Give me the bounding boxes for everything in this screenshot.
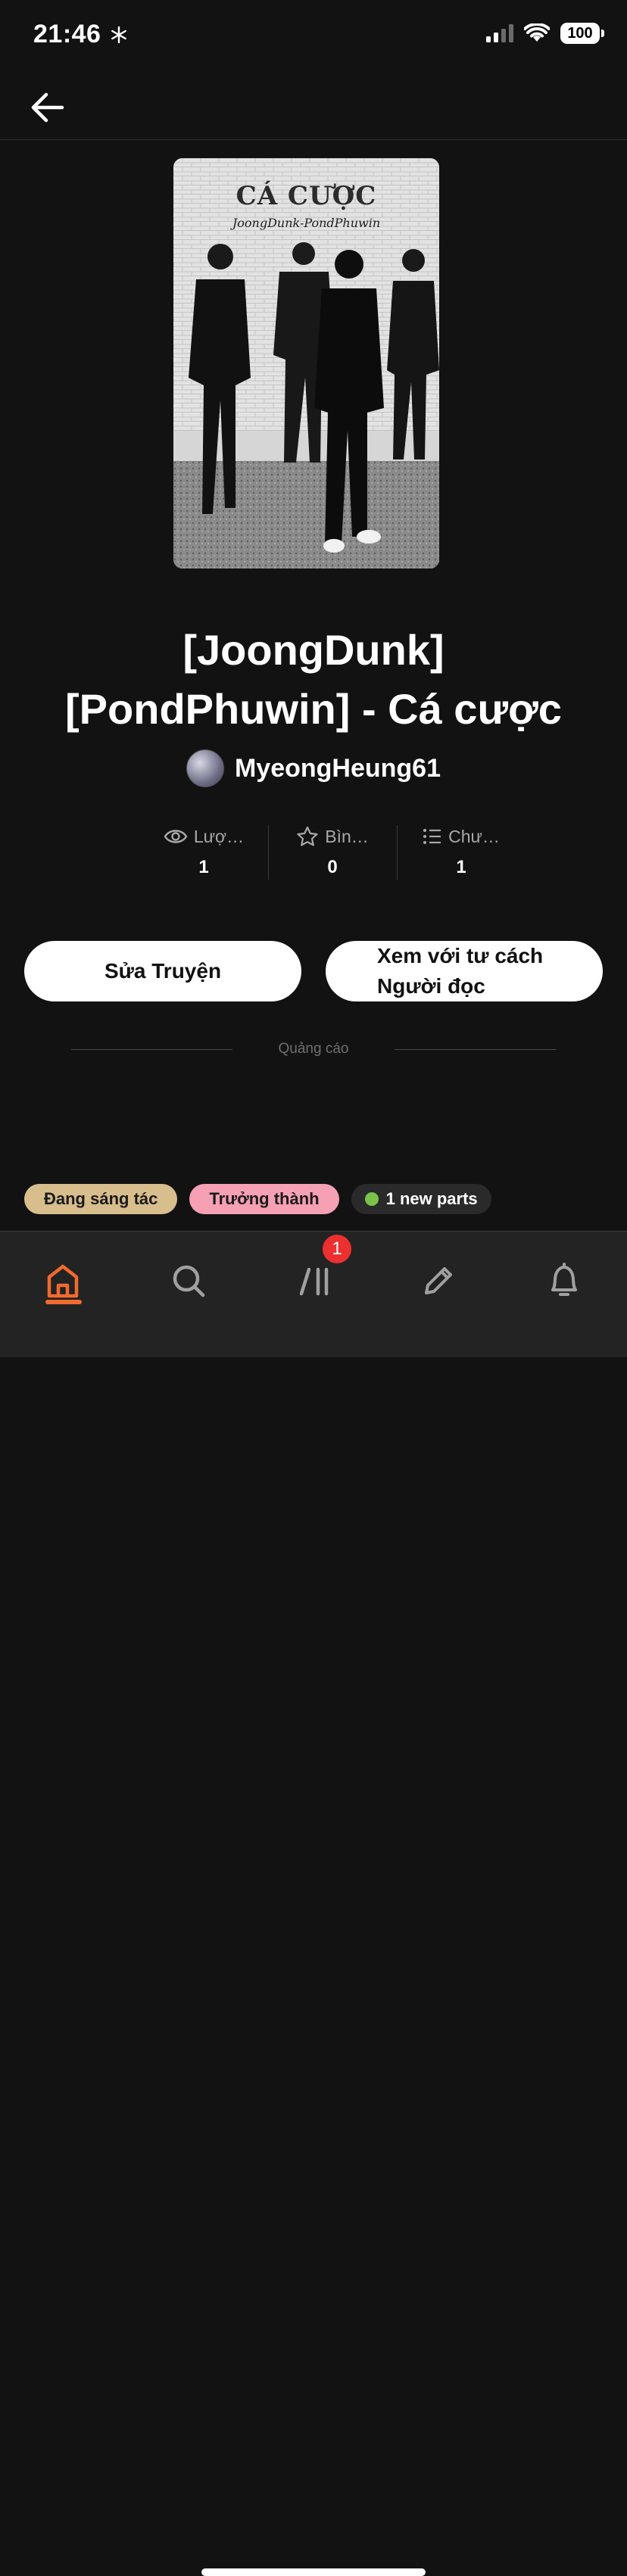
- view-as-reader-line-2: Người đọc: [377, 974, 485, 998]
- status-time: 21:46: [33, 20, 128, 49]
- status-indicators: 100: [486, 23, 604, 44]
- ad-separator: Quảng cáo: [71, 1040, 556, 1058]
- story-title-line-2: [PondPhuwin] - Cá cược: [65, 685, 562, 733]
- tab-home-indicator: [45, 1300, 82, 1304]
- story-title: [JoongDunk] [PondPhuwin] - Cá cược: [30, 621, 597, 739]
- battery-indicator: 100: [560, 23, 604, 44]
- tab-notifications[interactable]: [530, 1247, 598, 1315]
- stat-reads-label: Lượ…: [193, 826, 245, 846]
- back-button[interactable]: [30, 89, 79, 126]
- wifi-icon: [524, 23, 550, 42]
- status-bar: 21:46 100: [0, 0, 627, 76]
- home-indicator: [201, 2568, 426, 2576]
- cover-title: CÁ CƯỢC: [236, 181, 377, 211]
- story-tags: Đang sáng tác Trưởng thành 1 new parts: [24, 1184, 491, 1214]
- stat-parts-value: 1: [456, 857, 466, 877]
- view-as-reader-button[interactable]: Xem với tư cách Người đọc: [326, 941, 603, 1001]
- cellular-signal-icon: [486, 24, 513, 42]
- status-badge-label: Đang sáng tác: [44, 1189, 158, 1208]
- nav-bar: [0, 76, 627, 140]
- status-badge: Đang sáng tác: [24, 1184, 178, 1214]
- stat-parts-label: Chư…: [448, 826, 500, 846]
- bottom-tab-bar: 1: [0, 1231, 627, 2576]
- bell-icon: [551, 1263, 577, 1296]
- tab-search[interactable]: [154, 1247, 223, 1315]
- stat-votes-label: Bìn…: [325, 826, 369, 846]
- stat-votes-value: 0: [327, 857, 338, 877]
- mature-badge-label: Trưởng thành: [209, 1189, 320, 1208]
- story-title-line-1: [JoongDunk]: [182, 626, 445, 674]
- ad-divider-right: [395, 1048, 556, 1050]
- arrow-left-icon: [31, 92, 64, 123]
- stat-votes: Bìn… 0: [268, 824, 397, 881]
- author-name[interactable]: MyeongHeung61: [235, 754, 441, 783]
- stat-reads-label-row: Lượ…: [139, 824, 268, 849]
- stat-votes-label-row: Bìn…: [268, 824, 397, 849]
- stat-reads-value: 1: [198, 857, 209, 877]
- stat-parts: Chư… 1: [397, 824, 526, 881]
- library-badge-count: 1: [332, 1238, 342, 1259]
- mature-badge: Trưởng thành: [189, 1184, 339, 1214]
- star-icon: [297, 826, 318, 846]
- cover-subtitle: JoongDunk-PondPhuwin: [232, 216, 381, 230]
- story-stats: Lượ… 1 Bìn… 0 Chư… 1: [139, 824, 526, 881]
- new-parts-badge: 1 new parts: [351, 1184, 491, 1214]
- ad-label: Quảng cáo: [278, 1041, 349, 1057]
- pencil-icon: [425, 1267, 452, 1294]
- author-avatar[interactable]: [186, 749, 224, 787]
- green-dot-icon: [364, 1192, 379, 1206]
- battery-level: 100: [567, 24, 593, 42]
- view-as-reader-line-1: Xem với tư cách: [377, 944, 544, 967]
- list-icon: [423, 829, 441, 844]
- tab-home[interactable]: [29, 1247, 97, 1315]
- edit-story-label: Sửa Truyện: [104, 959, 222, 983]
- library-icon: [299, 1267, 329, 1296]
- new-parts-label: 1 new parts: [385, 1189, 478, 1208]
- home-icon: [47, 1264, 79, 1298]
- tab-write[interactable]: [404, 1247, 473, 1315]
- eye-icon: [164, 830, 188, 843]
- author-row[interactable]: MyeongHeung61: [0, 749, 627, 787]
- stat-reads: Lượ… 1: [139, 824, 268, 881]
- snowflake-icon: [111, 26, 127, 44]
- ad-divider-left: [71, 1048, 232, 1050]
- edit-story-button[interactable]: Sửa Truyện: [24, 941, 301, 1001]
- search-icon: [173, 1265, 205, 1297]
- status-time-text: 21:46: [33, 20, 101, 48]
- story-cover: CÁ CƯỢC JoongDunk-PondPhuwin: [173, 158, 439, 568]
- stat-parts-label-row: Chư…: [397, 824, 526, 849]
- library-badge: 1: [323, 1235, 351, 1263]
